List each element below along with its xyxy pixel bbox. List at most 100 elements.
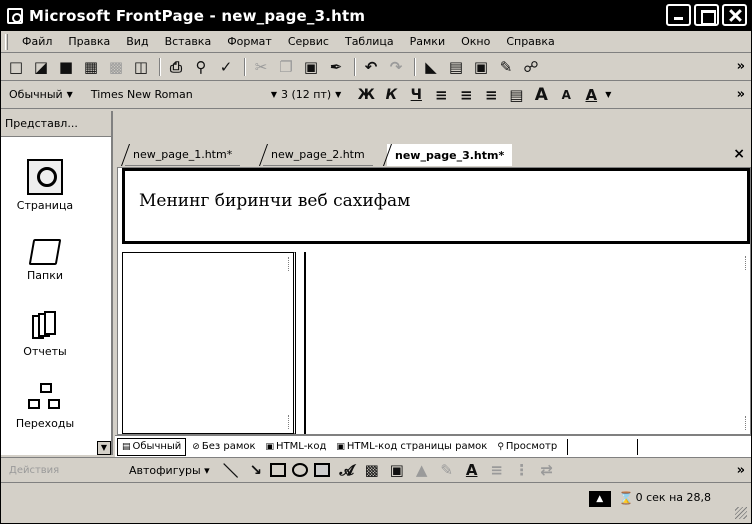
maximize-button[interactable] [694, 4, 719, 26]
page-editor[interactable]: Менинг биринчи веб сахифам [117, 167, 751, 435]
grow-font-button[interactable]: A [530, 84, 552, 106]
menu-edit[interactable]: Правка [60, 35, 118, 48]
open-icon[interactable]: ◪ [30, 56, 52, 78]
align-left-icon[interactable]: ≡ [430, 84, 452, 106]
autoshapes-menu[interactable]: Автофигуры ▾ [129, 464, 210, 477]
align-right-icon[interactable]: ≡ [480, 84, 502, 106]
banner-heading[interactable]: Менинг биринчи веб сахифам [139, 191, 410, 211]
save-icon[interactable]: ■ [55, 56, 77, 78]
justify-icon[interactable]: ▤ [505, 84, 527, 106]
italic-button[interactable]: К [380, 84, 402, 106]
tab-normal[interactable]: ▤ Обычный [117, 437, 187, 456]
toolbar-options-icon[interactable]: » [737, 87, 745, 102]
format-painter-icon[interactable]: ✒ [325, 56, 347, 78]
view-folders[interactable]: Папки [9, 239, 81, 282]
window-title: Microsoft FrontPage - new_page_3.htm [29, 7, 366, 25]
toolbar-separator [244, 57, 246, 76]
dash-style-icon[interactable]: ⋮ [511, 459, 533, 481]
wordart-icon[interactable]: 𝓐 [336, 459, 358, 481]
toolbar-options-icon[interactable]: » [737, 463, 745, 478]
horizontal-scrollbar[interactable] [567, 438, 577, 455]
folder-list-icon[interactable]: ▩ [105, 56, 127, 78]
web-component-icon[interactable]: ◣ [420, 56, 442, 78]
chevron-down-icon[interactable]: ▼ [605, 90, 611, 99]
views-bar-header: Представл... [1, 111, 111, 137]
resize-grip[interactable] [735, 507, 747, 519]
minimize-button[interactable] [666, 4, 691, 26]
shrink-font-button[interactable]: A [555, 84, 577, 106]
menu-grip[interactable] [5, 33, 8, 50]
underline-button[interactable]: Ч [405, 84, 427, 106]
tab-html-label: HTML-код [276, 441, 327, 452]
font-select[interactable]: Times New Roman [87, 85, 257, 105]
view-reports[interactable]: Отчеты [9, 311, 81, 358]
main-frame[interactable] [304, 252, 750, 434]
views-scroll-down[interactable]: ▼ [97, 441, 111, 455]
horizontal-scrollbar-end[interactable] [637, 438, 647, 455]
spelling-icon[interactable]: ✓ [215, 56, 237, 78]
view-page[interactable]: Страница [9, 159, 81, 212]
print-icon[interactable]: ⎙ [165, 56, 187, 78]
tab-new-page-3[interactable]: new_page_3.htm* [387, 144, 513, 166]
insert-table-icon[interactable]: ▤ [445, 56, 467, 78]
font-color-button[interactable]: A [580, 84, 602, 106]
menu-frames[interactable]: Рамки [402, 35, 453, 48]
tab-preview-label: Просмотр [505, 441, 558, 452]
close-icon[interactable]: × [733, 146, 745, 162]
style-select[interactable]: Обычный ▼ [5, 85, 81, 105]
chevron-down-icon: ▼ [335, 90, 342, 99]
hyperlink-icon[interactable]: ☍ [520, 56, 542, 78]
undo-icon[interactable]: ↶ [360, 56, 382, 78]
drawing-icon[interactable]: ✎ [495, 56, 517, 78]
toggle-pane-icon[interactable]: ◫ [130, 56, 152, 78]
menu-format[interactable]: Формат [219, 35, 280, 48]
tab-no-frames-label: Без рамок [201, 441, 256, 452]
picture-icon[interactable]: ▣ [386, 459, 408, 481]
new-page-icon[interactable]: □ [5, 56, 27, 78]
status-button[interactable]: ▲ [588, 491, 611, 507]
size-select[interactable]: ▼ 3 (12 пт) ▼ [263, 85, 349, 105]
contents-frame[interactable] [122, 252, 296, 434]
view-navigation[interactable]: Переходы [9, 383, 81, 443]
menu-view[interactable]: Вид [118, 35, 156, 48]
arrow-style-icon[interactable]: ⇄ [536, 459, 558, 481]
menu-help[interactable]: Справка [498, 35, 562, 48]
textbox-icon[interactable] [313, 463, 330, 477]
toolbar-options-icon[interactable]: » [737, 59, 745, 74]
menu-tools[interactable]: Сервис [280, 35, 337, 48]
menu-window[interactable]: Окно [453, 35, 498, 48]
draw-font-color-button[interactable]: A [461, 459, 483, 481]
publish-icon[interactable]: ▦ [80, 56, 102, 78]
tab-frames-html[interactable]: ▣ HTML-код страницы рамок [332, 438, 491, 456]
frontpage-app-icon[interactable] [7, 8, 23, 24]
copy-icon[interactable]: ❐ [275, 56, 297, 78]
close-button[interactable] [722, 4, 747, 26]
line-style-icon[interactable]: ≡ [486, 459, 508, 481]
line-icon[interactable]: ＼ [220, 459, 242, 481]
tab-new-page-1[interactable]: new_page_1.htm* [125, 144, 241, 166]
insert-picture-icon[interactable]: ▣ [470, 56, 492, 78]
align-center-icon[interactable]: ≡ [455, 84, 477, 106]
fill-color-icon[interactable]: ▲ [411, 459, 433, 481]
preview-icon[interactable]: ⚲ [190, 56, 212, 78]
redo-icon[interactable]: ↷ [385, 56, 407, 78]
paste-icon[interactable]: ▣ [300, 56, 322, 78]
tab-html[interactable]: ▣ HTML-код [262, 438, 331, 456]
line-color-icon[interactable]: ✎ [436, 459, 458, 481]
tab-preview[interactable]: ⚲ Просмотр [493, 438, 561, 456]
bold-button[interactable]: Ж [355, 84, 377, 106]
oval-icon[interactable] [291, 463, 308, 477]
hourglass-icon: ⌛ [618, 491, 634, 505]
banner-frame[interactable]: Менинг биринчи веб сахифам [122, 168, 750, 244]
tab-new-page-2[interactable]: new_page_2.htm [263, 144, 373, 166]
draw-menu[interactable]: Действия [9, 465, 129, 476]
clipart-icon[interactable]: ▩ [361, 459, 383, 481]
menu-table[interactable]: Таблица [337, 35, 402, 48]
tab-no-frames[interactable]: ⊘ Без рамок [188, 438, 259, 456]
menu-file[interactable]: Файл [14, 35, 60, 48]
rectangle-icon[interactable] [269, 463, 286, 477]
title-bar[interactable]: Microsoft FrontPage - new_page_3.htm [1, 1, 751, 31]
menu-insert[interactable]: Вставка [157, 35, 220, 48]
arrow-icon[interactable]: ↘ [245, 459, 267, 481]
cut-icon[interactable]: ✂ [250, 56, 272, 78]
